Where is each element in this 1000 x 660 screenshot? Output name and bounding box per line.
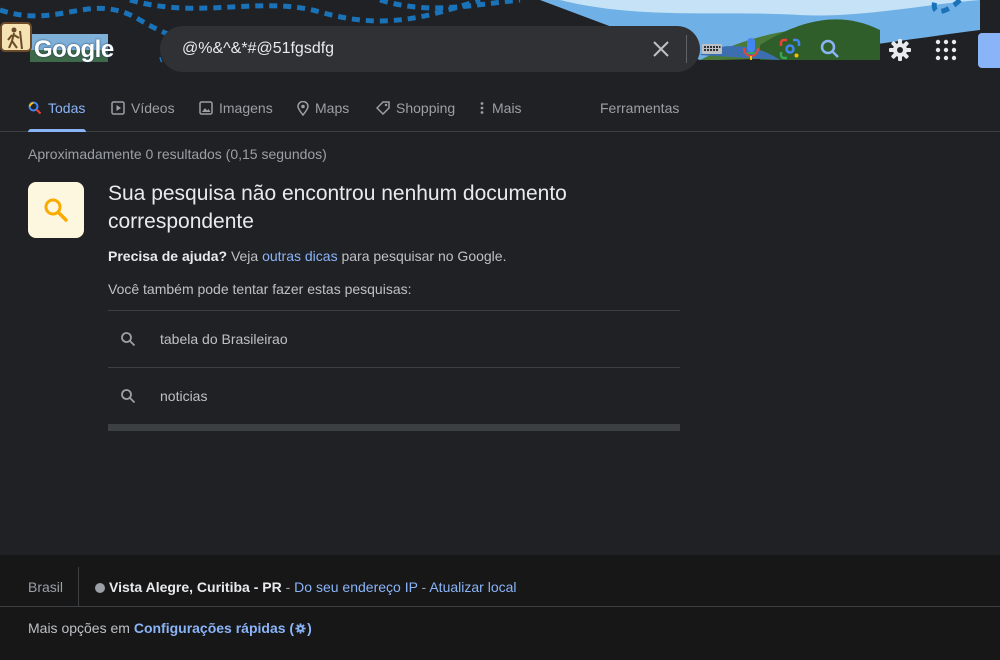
- no-results-badge: [28, 182, 84, 238]
- tab-label: Shopping: [396, 100, 456, 116]
- location-dot-icon: [95, 583, 105, 593]
- location-sep: -: [417, 579, 430, 595]
- search-input[interactable]: [180, 36, 480, 62]
- header: Google: [0, 0, 1000, 90]
- help-tips-link[interactable]: outras dicas: [262, 248, 337, 264]
- tab-label: Maps: [315, 100, 350, 116]
- search-icon[interactable]: [818, 37, 842, 61]
- help-post: para pesquisar no Google.: [337, 248, 507, 264]
- try-searches-label: Você também pode tentar fazer estas pesq…: [108, 281, 412, 297]
- tab-label: Mais: [492, 100, 522, 116]
- ip-address-link[interactable]: Do seu endereço IP: [294, 579, 418, 595]
- tab-imagens[interactable]: Imagens: [199, 100, 273, 132]
- apps-grid-icon[interactable]: [934, 38, 958, 62]
- footer-location-row: Brasil Vista Alegre, Curitiba - PR - Do …: [0, 555, 1000, 607]
- tab-mais[interactable]: Mais: [478, 100, 522, 132]
- suggestion-text: tabela do Brasileirao: [160, 331, 288, 347]
- footer-settings-row: Mais opções em Configurações rápidas ( ): [28, 620, 312, 636]
- tools-label: Ferramentas: [600, 100, 680, 116]
- no-results-title: Sua pesquisa não encontrou nenhum docume…: [108, 182, 567, 233]
- footer-location: Vista Alegre, Curitiba - PR - Do seu end…: [95, 579, 517, 595]
- search-box: [160, 26, 839, 72]
- search-icon: [28, 101, 42, 115]
- tab-shopping[interactable]: Shopping: [376, 100, 455, 132]
- tab-label: Todas: [48, 100, 86, 116]
- microphone-icon[interactable]: [740, 36, 762, 62]
- search-icon: [121, 332, 136, 347]
- footer: Brasil Vista Alegre, Curitiba - PR - Do …: [0, 555, 1000, 660]
- result-stats: Aproximadamente 0 resultados (0,15 segun…: [28, 146, 327, 162]
- tab-label: Vídeos: [131, 100, 175, 116]
- help-pre: Veja: [227, 248, 263, 264]
- map-pin-icon: [297, 101, 309, 116]
- footer-country: Brasil: [28, 579, 64, 595]
- image-icon: [199, 101, 213, 115]
- hiker-icon: [0, 22, 32, 52]
- location-sep: -: [281, 579, 295, 595]
- google-logo[interactable]: Google: [34, 36, 114, 64]
- search-icon: [44, 198, 68, 222]
- tab-label: Imagens: [219, 100, 273, 116]
- suggestions-bottom-bar: [108, 424, 680, 431]
- gear-icon[interactable]: [886, 36, 914, 64]
- help-bold: Precisa de ajuda?: [108, 248, 228, 264]
- suggestion-item[interactable]: tabela do Brasileirao: [108, 311, 680, 368]
- search-tabs: Todas Vídeos Imagens Maps Shopping Mais …: [0, 90, 1000, 132]
- tag-icon: [376, 101, 390, 115]
- quick-settings-label: Configurações rápidas (: [133, 620, 295, 636]
- more-options-label: Mais opções em: [28, 620, 134, 636]
- suggestion-text: noticias: [160, 388, 208, 404]
- tools-button[interactable]: Ferramentas: [600, 100, 679, 132]
- play-icon: [111, 101, 125, 115]
- footer-divider: [78, 567, 79, 607]
- suggestion-item[interactable]: noticias: [108, 368, 680, 425]
- suggestions-list: tabela do Brasileirao noticias: [108, 310, 680, 425]
- close-icon[interactable]: [648, 37, 674, 61]
- keyboard-icon[interactable]: [700, 38, 724, 60]
- tab-todas[interactable]: Todas: [28, 100, 86, 132]
- search-icon: [121, 389, 136, 404]
- more-vert-icon: [480, 102, 484, 114]
- location-name: Vista Alegre, Curitiba - PR: [109, 579, 282, 595]
- sign-in-button[interactable]: [978, 33, 1000, 68]
- quick-settings-link[interactable]: Configurações rápidas ( ): [134, 620, 312, 636]
- tab-maps[interactable]: Maps: [297, 100, 349, 132]
- quick-settings-close: ): [307, 620, 312, 636]
- update-location-link[interactable]: Atualizar local: [429, 579, 516, 595]
- gear-icon: [295, 623, 306, 634]
- help-line: Precisa de ajuda? Veja outras dicas para…: [108, 248, 506, 264]
- tab-videos[interactable]: Vídeos: [111, 100, 175, 132]
- search-divider: [686, 35, 687, 63]
- google-lens-icon[interactable]: [778, 37, 802, 61]
